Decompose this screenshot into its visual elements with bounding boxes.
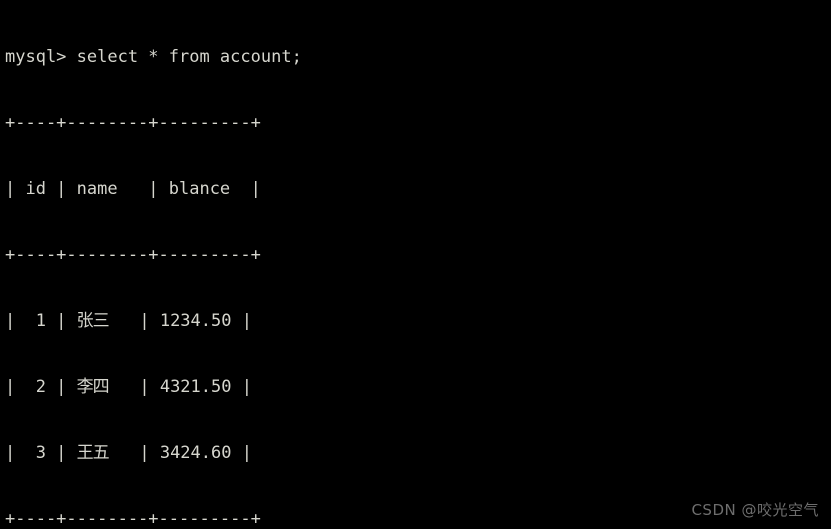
terminal-line: +----+--------+---------+ xyxy=(5,245,261,265)
terminal-line: | 2 | 李四 | 4321.50 | xyxy=(5,377,252,397)
terminal-window[interactable]: mysql> select * from account; +----+----… xyxy=(0,0,831,529)
cjk-text: 王五 xyxy=(76,443,110,463)
cjk-text: 张三 xyxy=(76,311,110,331)
terminal-line: +----+--------+---------+ xyxy=(5,113,261,133)
csdn-watermark: CSDN @咬光空气 xyxy=(691,501,819,519)
terminal-line: mysql> select * from account; xyxy=(5,47,302,67)
terminal-line: | id | name | blance | xyxy=(5,179,261,199)
terminal-output-buffer: mysql> select * from account; +----+----… xyxy=(5,2,831,529)
cjk-text: 李四 xyxy=(76,377,110,397)
terminal-line: | 3 | 王五 | 3424.60 | xyxy=(5,443,252,463)
terminal-line: | 1 | 张三 | 1234.50 | xyxy=(5,311,252,331)
